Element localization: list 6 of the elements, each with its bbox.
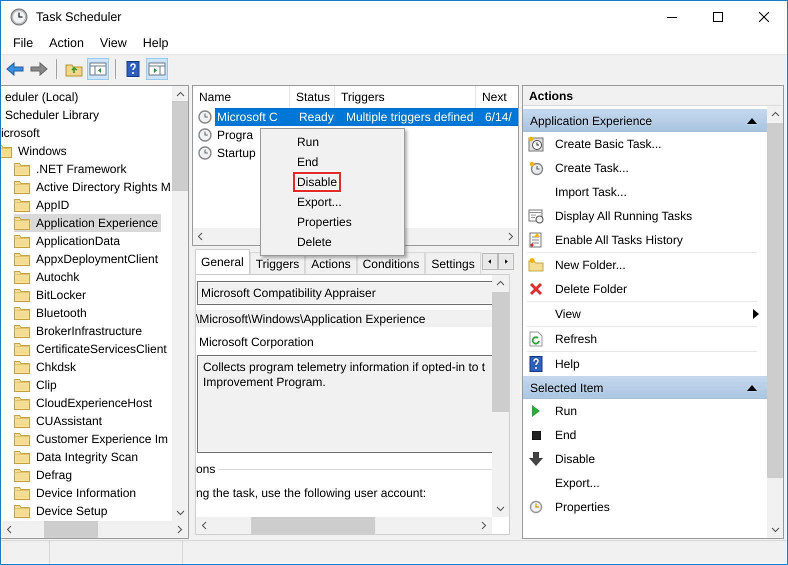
account-label: ng the task, use the following user account:	[196, 486, 428, 500]
location-text: \Microsoft\Windows\Application Experience	[196, 310, 492, 327]
group-label: ons	[196, 462, 216, 476]
window-title: Task Scheduler	[36, 10, 122, 24]
author-text: Microsoft Corporation	[198, 334, 315, 351]
actions-header: Actions	[523, 86, 783, 106]
